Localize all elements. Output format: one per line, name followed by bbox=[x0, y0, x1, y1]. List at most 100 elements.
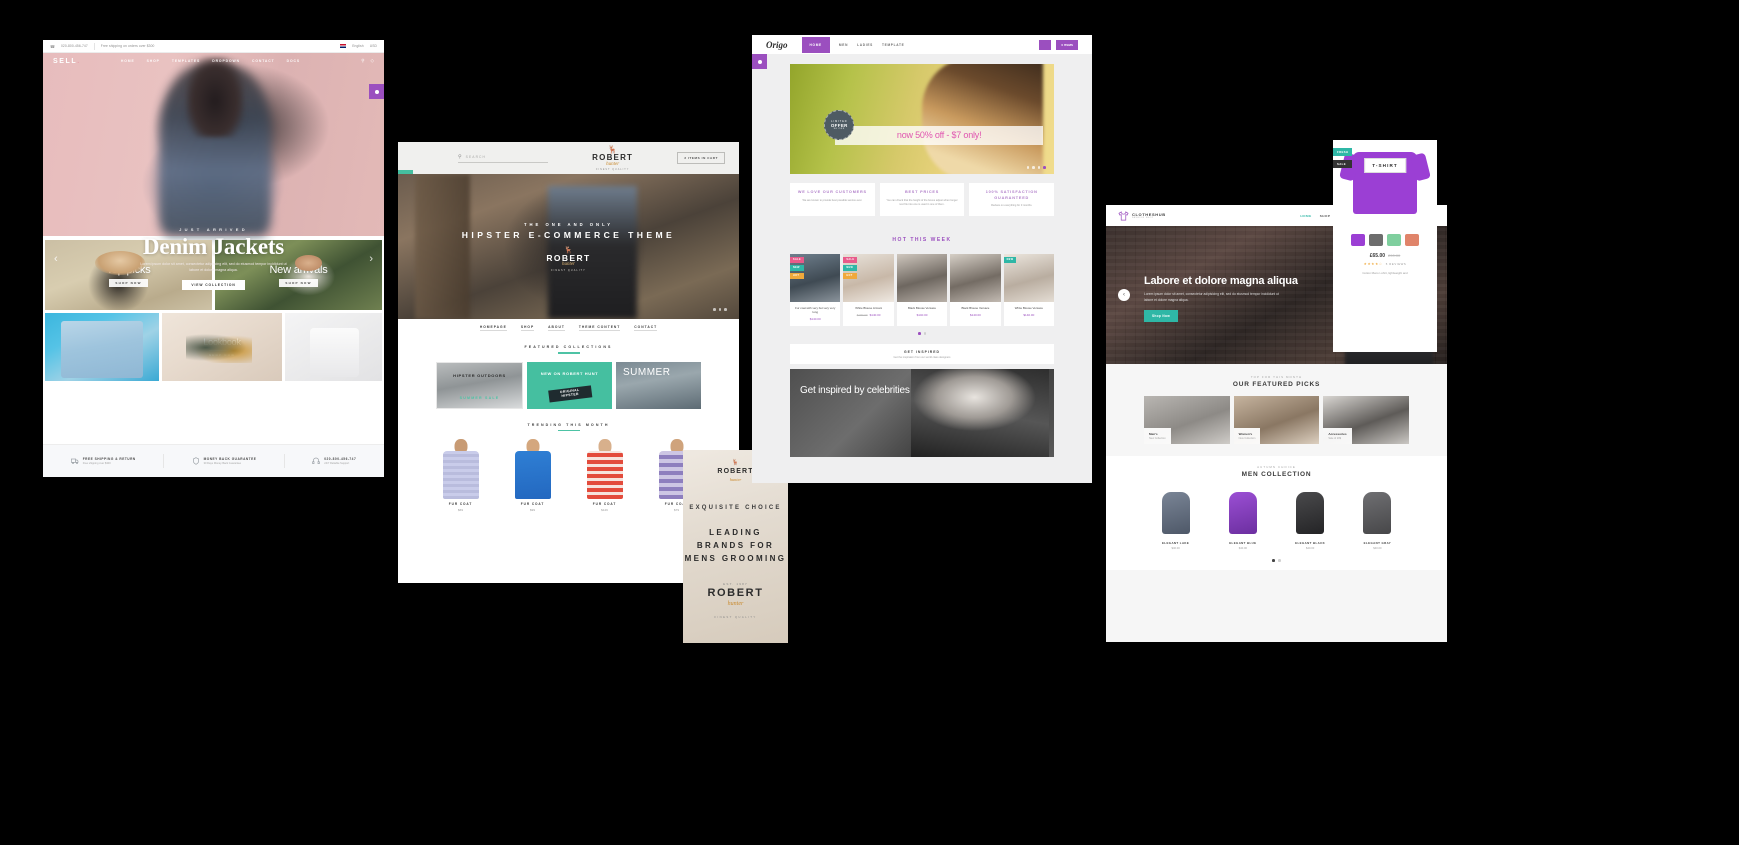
product-card[interactable]: FUR COAT $129 bbox=[570, 437, 639, 512]
hero-next-arrow[interactable]: › bbox=[369, 253, 373, 265]
products-slider-dots[interactable] bbox=[752, 331, 1092, 335]
product-card[interactable]: Black Blouse Versace $140.00 bbox=[896, 253, 948, 326]
product-card[interactable]: SALE NEW HOT White Blouse Armani $180.00… bbox=[843, 253, 894, 326]
picks-heading: OUR FEATURED PICKS bbox=[1232, 381, 1321, 388]
nav-item-home[interactable]: HOME bbox=[1300, 214, 1311, 218]
swatch-gray[interactable] bbox=[1369, 234, 1383, 246]
pick-sub: Sale of 20$ bbox=[1328, 437, 1341, 440]
product-card[interactable]: Black Blouse Versace $140.00 bbox=[950, 253, 1001, 326]
hero-prev-arrow[interactable]: ‹ bbox=[54, 253, 58, 265]
get-inspired-image: Get inspired by celebrities bbox=[790, 368, 1054, 457]
rh-hero-image: THE ONE AND ONLY HIPSTER E-COMMERCE THEM… bbox=[398, 174, 739, 319]
nav-item-men[interactable]: MEN bbox=[839, 43, 848, 47]
origo-header: Origo HOME MEN LADIES TEMPLATE 0 ITEMS bbox=[752, 35, 1092, 54]
tshirt-info: £65.00 £90.00 ★★★★☆ 5 REVIEWS Cotton Mens … bbox=[1333, 246, 1437, 276]
cart-button[interactable]: 0 ITEMS bbox=[1056, 39, 1078, 50]
product-card[interactable]: SALE NEW HOT Fur coat with very but very… bbox=[790, 253, 841, 326]
nav-item-about[interactable]: ABOUT bbox=[548, 325, 565, 331]
tag-new: NEW bbox=[843, 264, 858, 271]
product-image bbox=[1211, 486, 1274, 538]
pick-accessories[interactable]: Accessories Sale of 20$ bbox=[1323, 396, 1410, 444]
sell-nav: HOME SHOP TEMPLATES DROPDOWN CONTACT DOC… bbox=[121, 59, 300, 63]
get-inspired-sub: Get the inspiration from our world class… bbox=[893, 355, 951, 359]
product-card[interactable]: NEW White Blouse Versace $140.00 bbox=[1003, 253, 1055, 326]
nav-item-home[interactable]: HOME bbox=[801, 36, 830, 53]
hero-prev-arrow[interactable]: ‹ bbox=[1118, 289, 1130, 301]
banner-slider-dots[interactable] bbox=[1026, 166, 1046, 169]
nav-item-ladies[interactable]: LADIES bbox=[857, 43, 873, 47]
product-name: Fur coat with very but very very long bbox=[795, 305, 836, 314]
color-swatches bbox=[1333, 234, 1437, 246]
hero-cta-button[interactable]: VIEW COLLECTION bbox=[182, 279, 245, 290]
cart-button[interactable]: 2 ITEMS IN CART bbox=[677, 152, 725, 164]
products-slider-dots[interactable] bbox=[1106, 559, 1447, 570]
product-image bbox=[896, 253, 948, 302]
old-price: $180.00 bbox=[856, 312, 868, 317]
cart-icon[interactable]: ◇ bbox=[371, 58, 374, 64]
search-icon[interactable] bbox=[1039, 39, 1052, 50]
product-card[interactable]: FUR COAT $69 bbox=[426, 437, 495, 512]
hero-cta-button[interactable]: Shop Now bbox=[1144, 309, 1178, 322]
search-field[interactable]: ⚲ SEARCH bbox=[458, 154, 548, 163]
nav-item-contact[interactable]: CONTACT bbox=[634, 325, 658, 331]
trending-heading-block: TRENDING THIS MONTH bbox=[398, 423, 739, 432]
origo-logo[interactable]: Origo bbox=[766, 40, 788, 50]
tag-new: NEW bbox=[1003, 256, 1017, 263]
next-arrow[interactable]: › bbox=[1434, 212, 1437, 223]
swatch-purple[interactable] bbox=[1351, 234, 1365, 246]
product-image bbox=[1346, 486, 1409, 538]
collection-heading-block: AUTUMN CHOICE MEN COLLECTION bbox=[1106, 465, 1447, 478]
hero-slider-dots[interactable] bbox=[713, 308, 727, 311]
nav-item-home[interactable]: HOME bbox=[121, 59, 135, 63]
pick-mens[interactable]: Men's New Collection bbox=[1144, 396, 1230, 444]
swatch-orange[interactable] bbox=[1405, 234, 1419, 246]
pick-title: Accessories bbox=[1328, 432, 1347, 436]
nav-item-homepage[interactable]: HOMEPAGE bbox=[479, 325, 507, 331]
collection-ribbon: ORIGINAL HIPSTER bbox=[547, 385, 592, 403]
sell-hero-text: JUST ARRIVED Denim Jackets Lorem ipsum d… bbox=[43, 40, 384, 477]
rh-logo[interactable]: 🦌 ROBERT hunter FINEST QUALITY bbox=[592, 145, 633, 171]
feature-box-satisfaction: 100% SATISFACTION GUARANTEED Reduce on e… bbox=[969, 183, 1055, 216]
nav-item-theme-content[interactable]: THEME CONTENT bbox=[578, 325, 621, 331]
pick-sub: New Collection bbox=[1149, 437, 1166, 440]
feature-title: BEST PRICES bbox=[904, 190, 940, 194]
price-row: £65.00 £90.00 bbox=[1339, 253, 1431, 259]
collection-hipster-outdoors[interactable]: HIPSTER OUTDOORS SUMMER SALE bbox=[436, 361, 523, 409]
product-image bbox=[1279, 486, 1342, 538]
hero-subtitle: Lorem ipsum dolor sit amet, consectetur … bbox=[1144, 292, 1279, 302]
hero-logo-tag: FINEST QUALITY bbox=[551, 268, 586, 272]
swatch-green[interactable] bbox=[1387, 234, 1401, 246]
product-name: FUR COAT bbox=[520, 502, 545, 507]
nav-item-contact[interactable]: CONTACT bbox=[252, 59, 275, 63]
nav-item-shop[interactable]: SHOP bbox=[147, 59, 160, 63]
product-price: $129 bbox=[601, 508, 608, 513]
collection-new-on-robert-hunt[interactable]: NEW ON ROBERT HUNT ORIGINAL HIPSTER bbox=[527, 361, 612, 409]
hot-heading: HOT THIS WEEK bbox=[892, 236, 952, 243]
search-icon: ⚲ bbox=[458, 153, 462, 160]
nav-item-shop[interactable]: SHOP bbox=[520, 325, 535, 331]
clotheshub-logo[interactable]: CLOTHESHUB FASHION SHOP bbox=[1118, 210, 1166, 221]
nav-item-shop[interactable]: SHOP bbox=[1320, 214, 1331, 218]
sell-logo[interactable]: SELL. bbox=[53, 58, 81, 65]
theme-settings-badge[interactable] bbox=[752, 54, 767, 69]
search-icon[interactable]: ⚲ bbox=[361, 58, 364, 64]
product-card[interactable]: ELEGANT LAKE $40.00 bbox=[1144, 486, 1207, 550]
feature-title: WE LOVE OUR CUSTOMERS bbox=[797, 190, 867, 194]
get-inspired-headline: Get inspired by celebrities bbox=[800, 384, 910, 396]
product-card[interactable]: ELEGANT BLACK $40.00 bbox=[1279, 486, 1342, 550]
collection-summer[interactable]: SUMMER bbox=[616, 361, 701, 409]
product-card[interactable]: FUR COAT $99 bbox=[498, 437, 567, 512]
product-tags: SALE NEW HOT bbox=[843, 256, 858, 279]
product-card[interactable]: ELEGANT BLUE $40.00 bbox=[1211, 486, 1274, 550]
tag-sale: SALE bbox=[1333, 160, 1353, 168]
nav-item-dropdown[interactable]: DROPDOWN bbox=[212, 59, 240, 63]
nav-item-templates[interactable]: TEMPLATES bbox=[172, 59, 200, 63]
ch-featured-picks: Men's New Collection Women's New Collect… bbox=[1106, 388, 1447, 444]
hero-kicker: THE ONE AND ONLY bbox=[523, 221, 614, 227]
product-card[interactable]: ELEGANT GRAY $40.00 bbox=[1346, 486, 1409, 550]
nav-item-template[interactable]: TEMPLATE bbox=[882, 43, 905, 47]
hero-kicker: JUST ARRIVED bbox=[179, 227, 248, 233]
nav-item-docs[interactable]: DOCS bbox=[287, 59, 300, 63]
hoodie bbox=[1296, 492, 1325, 534]
pick-womens[interactable]: Women's New Collection bbox=[1233, 396, 1320, 444]
